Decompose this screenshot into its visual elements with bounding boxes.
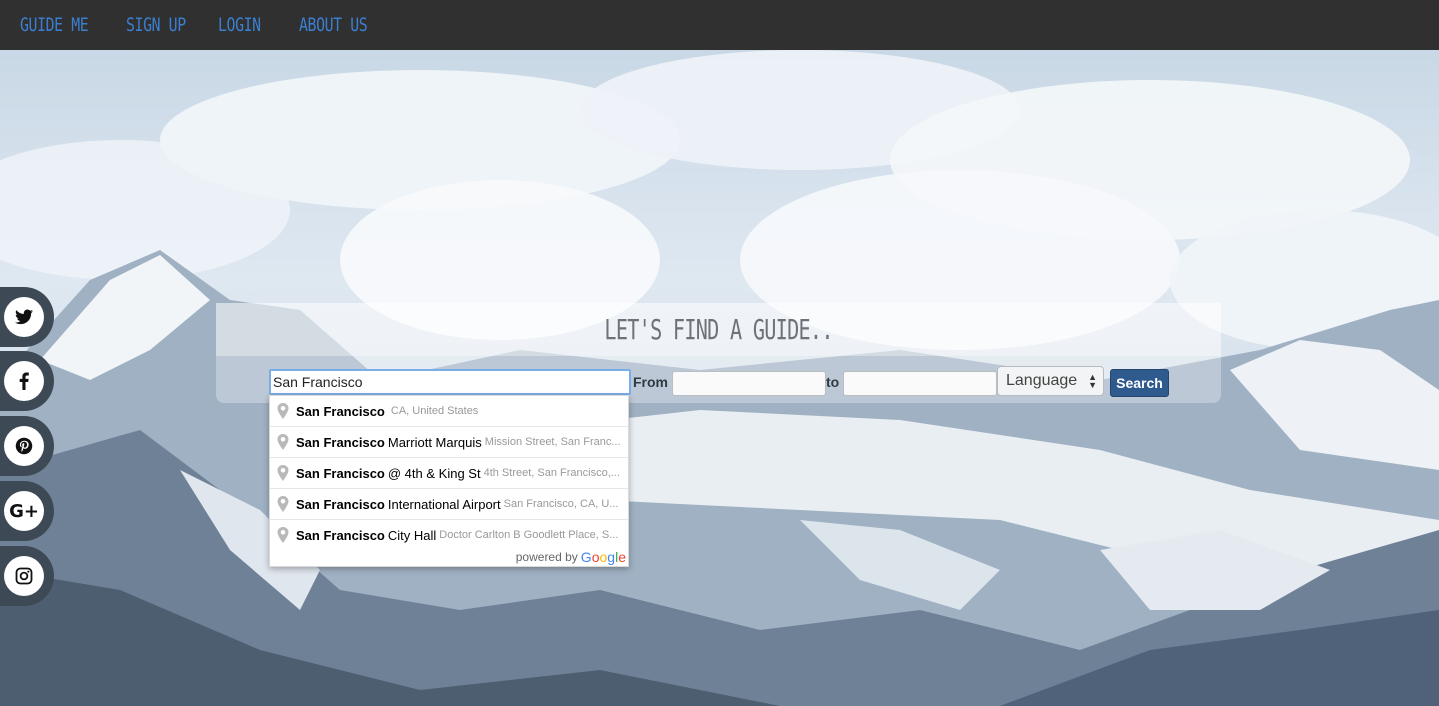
location-search-input[interactable] — [269, 369, 631, 395]
autocomplete-secondary-text: 4th Street, San Francisco,... — [483, 467, 620, 479]
search-panel-title: LET'S FIND A GUIDE.. — [604, 313, 833, 346]
map-pin-icon — [277, 434, 289, 450]
top-navbar: GUIDE ME SIGN UP LOGIN ABOUT US — [0, 0, 1439, 50]
autocomplete-secondary-text: Mission Street, San Franc... — [484, 436, 621, 448]
autocomplete-secondary-text: Doctor Carlton B Goodlett Place, S... — [439, 529, 619, 541]
autocomplete-match-text: San Francisco — [296, 527, 385, 543]
autocomplete-item[interactable]: San Francisco CA, United States — [270, 396, 628, 426]
language-select-value: Language — [1006, 372, 1078, 389]
autocomplete-rest-text: Marriott Marquis — [387, 434, 482, 450]
autocomplete-item[interactable]: San Francisco Marriott Marquis Mission S… — [270, 426, 628, 457]
map-pin-icon — [277, 527, 289, 543]
search-button[interactable]: Search — [1110, 369, 1169, 397]
autocomplete-rest-text: City Hall — [387, 527, 437, 543]
map-pin-icon — [277, 496, 289, 512]
search-panel-header: LET'S FIND A GUIDE.. — [216, 303, 1221, 356]
autocomplete-dropdown: San Francisco CA, United States San Fran… — [269, 395, 629, 567]
autocomplete-item[interactable]: San Francisco @ 4th & King St 4th Street… — [270, 457, 628, 488]
from-date-field[interactable] — [672, 371, 826, 396]
autocomplete-rest-text: @ 4th & King St — [387, 465, 481, 481]
google-plus-icon[interactable]: G+ — [4, 491, 44, 531]
to-label: to — [826, 374, 840, 390]
pinterest-icon[interactable] — [4, 426, 44, 466]
nav-link-sign-up[interactable]: SIGN UP — [126, 14, 186, 36]
twitter-icon[interactable] — [4, 297, 44, 337]
autocomplete-rest-text: International Airport — [387, 496, 501, 512]
autocomplete-item[interactable]: San Francisco International Airport San … — [270, 488, 628, 519]
select-arrows-icon: ▲ ▼ — [1088, 372, 1097, 390]
instagram-icon[interactable] — [4, 556, 44, 596]
powered-by-text: powered by — [515, 550, 578, 564]
from-label: From — [633, 374, 668, 390]
autocomplete-match-text: San Francisco — [296, 403, 385, 419]
nav-link-login[interactable]: LOGIN — [218, 14, 261, 36]
map-pin-icon — [277, 403, 289, 419]
autocomplete-match-text: San Francisco — [296, 465, 385, 481]
autocomplete-secondary-text: San Francisco, CA, U... — [503, 498, 619, 510]
google-logo: Google — [580, 549, 626, 565]
powered-by-google-footer: powered by Google — [516, 549, 626, 565]
facebook-icon[interactable] — [4, 361, 44, 401]
nav-link-guide-me[interactable]: GUIDE ME — [20, 14, 89, 36]
autocomplete-match-text: San Francisco — [296, 434, 385, 450]
autocomplete-secondary-text: CA, United States — [390, 405, 479, 417]
map-pin-icon — [277, 465, 289, 481]
autocomplete-match-text: San Francisco — [296, 496, 385, 512]
autocomplete-item[interactable]: San Francisco City Hall Doctor Carlton B… — [270, 519, 628, 550]
nav-menu: GUIDE ME SIGN UP LOGIN ABOUT US — [0, 0, 1439, 50]
nav-link-about-us[interactable]: ABOUT US — [299, 14, 368, 36]
to-date-field[interactable] — [843, 371, 997, 396]
language-select[interactable]: Language ▲ ▼ — [997, 366, 1104, 396]
